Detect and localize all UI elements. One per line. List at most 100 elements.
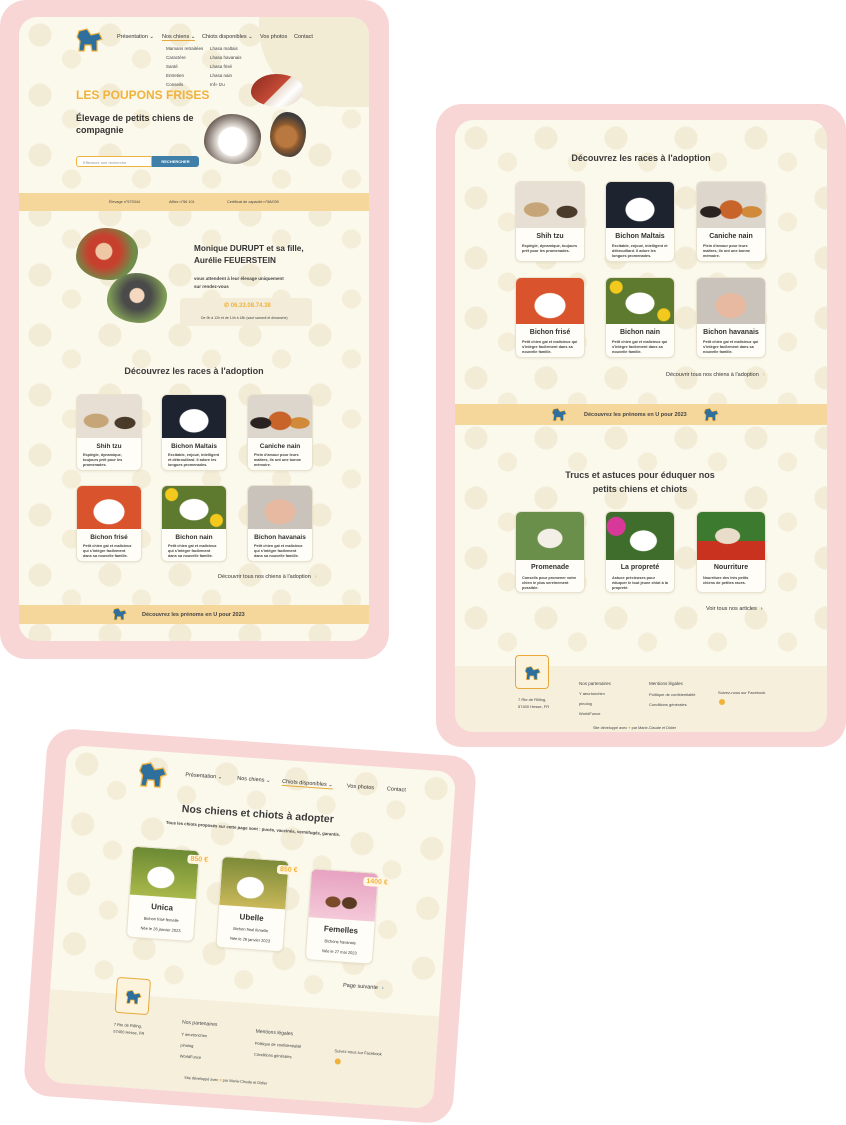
next-page-link[interactable]: Page suivante ›	[343, 983, 384, 992]
footer-legal-title[interactable]: Mentions légales	[649, 681, 683, 686]
breed-card-shih-tzu[interactable]: Shih tzu Espiègle, dynamique, toujours p…	[515, 181, 585, 262]
breed-card-bichon-havanais[interactable]: Bichon havanais Petit chien gai et malic…	[696, 277, 766, 358]
puppy-name: Unica	[150, 902, 174, 913]
breeds-all-link[interactable]: Découvrir tous nos chiens à l'adoption ›	[218, 574, 317, 580]
tips-title: Trucs et astuces pour éduquer nos petits…	[565, 470, 715, 494]
breed-card-bichon-frise[interactable]: Bichon frisé Petit chien gai et malicieu…	[76, 485, 142, 562]
hero-photo-dog-2	[204, 114, 261, 164]
nav-contact[interactable]: Contact	[387, 786, 406, 793]
footer-logo-badge[interactable]	[114, 976, 152, 1016]
dog-logo-icon[interactable]	[75, 27, 105, 53]
breed-name: Shih tzu	[96, 443, 122, 450]
breeds-all-link[interactable]: Découvrir tous nos chiens à l'adoption ›	[666, 372, 765, 378]
search-input[interactable]: Effectuez une recherche	[76, 156, 152, 167]
puppy-date: Née le 26 janvier 2023	[229, 935, 271, 944]
nav-presentation[interactable]: Présentation ⌄	[117, 34, 154, 40]
breed-name: Bichon frisé	[529, 329, 571, 336]
dog-logo-icon	[524, 665, 541, 680]
footer-partner-3[interactable]: WorldFunce	[579, 711, 601, 716]
breed-card-bichon-maltais[interactable]: Bichon Maltais Excitable, enjoué, intell…	[161, 394, 227, 471]
footer-credit: Site développé avec ♥ par Marie-Claude e…	[593, 726, 677, 730]
nav-nos-chiens[interactable]: Nos chiens ⌄	[162, 34, 196, 41]
breed-name: Bichon nain	[175, 534, 213, 541]
footer-partner-2[interactable]: pinolog	[180, 1042, 193, 1048]
tip-card-proprete[interactable]: La propreté Astuce précieuses pour éduqu…	[605, 511, 675, 593]
tip-name: Nourriture	[713, 564, 749, 571]
breed-name: Caniche nain	[259, 443, 301, 450]
submenu-chiens[interactable]: Mamans retraitées Caractère Santé Entretien…	[166, 44, 203, 89]
names-band-text[interactable]: Découvrez les prénoms en U pour 2023	[142, 612, 245, 618]
breed-desc: Petit chien gai et malicieux qui s'intèg…	[703, 340, 759, 354]
heart-icon: ♥	[219, 1078, 222, 1083]
band-item-3: Certificat de capacité n°58/039	[227, 200, 279, 204]
breed-photo	[697, 182, 765, 228]
names-band-text[interactable]: Découvrez les prénoms en U pour 2023	[584, 412, 687, 418]
breed-photo	[697, 278, 765, 324]
breed-name: Caniche nain	[709, 233, 753, 240]
breed-photo	[516, 278, 584, 324]
nav-photos[interactable]: Vos photos	[260, 34, 287, 40]
footer-address-2: 57400 Hesse, FR	[518, 704, 550, 709]
breed-name: Bichon Maltais	[171, 443, 217, 450]
breed-desc: Excitable, enjoué, intelligent et débrou…	[168, 453, 220, 467]
nav-chiots[interactable]: Chiots disponibles ⌄	[202, 34, 253, 40]
breed-photo	[248, 486, 312, 529]
breed-desc: Espiègle, dynamique, toujours prêt pour …	[83, 453, 123, 467]
dog-logo-icon	[703, 407, 719, 422]
footer-partners-title: Nos partenaires	[579, 681, 611, 686]
breed-name: Bichon frisé	[90, 534, 128, 541]
breed-desc: Petit chien gai et malicieux qui s'intèg…	[168, 544, 217, 558]
breed-card-caniche-nain[interactable]: Caniche nain Plein d'amour pour leurs ma…	[247, 394, 313, 471]
breed-card-bichon-frise[interactable]: Bichon frisé Petit chien gai et malicieu…	[515, 277, 585, 358]
owner-photo-1	[76, 228, 138, 280]
breed-photo	[248, 395, 312, 438]
nav-photos[interactable]: Vos photos	[347, 783, 375, 791]
footer-logo-badge[interactable]	[515, 655, 549, 689]
footer-legal-1[interactable]: Politique de confidentialité	[649, 692, 695, 697]
nav-presentation[interactable]: Présentation ⌄	[185, 772, 222, 781]
home-page-screen: Présentation ⌄ Nos chiens ⌄ Chiots dispo…	[19, 17, 369, 641]
breed-desc: Petit chien gai et malicieux qui s'intèg…	[254, 544, 303, 558]
nav-contact[interactable]: Contact	[294, 34, 313, 40]
footer	[455, 666, 827, 732]
breed-name: Bichon havanais	[254, 534, 306, 541]
footer-partner-2[interactable]: pinolog	[579, 701, 592, 706]
puppy-name: Femelles	[323, 924, 359, 936]
footer-legal-2[interactable]: Conditions générales	[649, 702, 687, 707]
dog-logo-icon	[551, 407, 567, 422]
nav-nos-chiens[interactable]: Nos chiens ⌄	[237, 776, 271, 784]
tip-card-promenade[interactable]: Promenade Conseils pour promener votre c…	[515, 511, 585, 593]
submenu-chiots[interactable]: Lhasa maltais Lhasa havanais Lhasa frisé Lh…	[210, 44, 242, 89]
puppy-breed: Bichons havanais	[324, 938, 356, 946]
tip-desc: Astuce précieuses pour éduquer le tout j…	[612, 576, 668, 590]
breed-card-bichon-nain[interactable]: Bichon nain Petit chien gai et malicieux…	[161, 485, 227, 562]
breed-desc: Espiègle, dynamique, toujours prêt pour …	[522, 244, 578, 253]
breeds-title: Découvrez les races à l'adoption	[571, 153, 711, 163]
facebook-icon[interactable]	[719, 699, 725, 705]
puppy-date: Née le 27 mai 2023	[321, 948, 357, 956]
breed-card-shih-tzu[interactable]: Shih tzu Espiègle, dynamique, toujours p…	[76, 394, 142, 471]
breed-card-bichon-nain[interactable]: Bichon nain Petit chien gai et malicieux…	[605, 277, 675, 358]
hero-title: LES POUPONS FRISES	[76, 88, 210, 102]
breed-card-bichon-maltais[interactable]: Bichon Maltais Excitable, enjoué, intell…	[605, 181, 675, 262]
tips-all-link[interactable]: Voir tous nos articles ›	[706, 606, 763, 612]
mockup-frame-adopt-wrapper: Présentation ⌄ Nos chiens ⌄ Chiots dispo…	[22, 727, 478, 1125]
breed-desc: Excitable, enjoué, intelligent et débrou…	[612, 244, 668, 258]
search-button[interactable]: RECHERCHER	[152, 156, 199, 167]
breed-card-bichon-havanais[interactable]: Bichon havanais Petit chien gai et malic…	[247, 485, 313, 562]
tip-photo	[697, 512, 765, 560]
tip-photo	[516, 512, 584, 560]
dog-logo-icon[interactable]	[136, 760, 170, 790]
hero-subtitle: Élevage de petits chiens de compagnie	[76, 113, 194, 135]
footer-social[interactable]: Suivez-nous sur Facebook	[718, 690, 765, 695]
breed-name: Shih tzu	[536, 233, 564, 240]
breed-desc: Petit chien gai et malicieux qui s'intèg…	[83, 544, 132, 558]
phone-number[interactable]: ✆ 06.33.08.74.38	[224, 302, 271, 309]
tip-card-nourriture[interactable]: Nourriture Nourriture des très petits ch…	[696, 511, 766, 593]
puppy-name: Ubelle	[239, 912, 264, 923]
puppy-price-ubelle: 850 €	[276, 864, 301, 876]
nav-chiots[interactable]: Chiots disponibles ⌄	[281, 778, 333, 790]
tip-name: La propreté	[620, 564, 660, 571]
footer-partner-1[interactable]: Y aeurtonchim	[579, 691, 605, 696]
breed-card-caniche-nain[interactable]: Caniche nain Plein d'amour pour leurs ma…	[696, 181, 766, 262]
